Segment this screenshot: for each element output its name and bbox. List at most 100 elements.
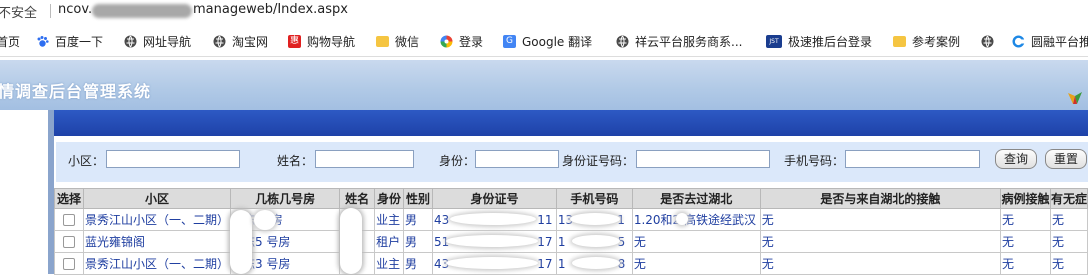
community-input[interactable]: [106, 150, 240, 168]
bookmark-label: 百度一下: [55, 34, 104, 49]
bookmark-label: 极速推后台登录: [788, 34, 873, 49]
bookmark-label: Google 翻译: [522, 34, 593, 49]
row-checkbox[interactable]: [62, 236, 75, 248]
app-title: 情调查后台管理系统: [0, 82, 152, 101]
phone-input[interactable]: [845, 150, 980, 168]
bookmark-login[interactable]: 登录: [440, 32, 483, 50]
name-label: 姓名：: [277, 154, 314, 168]
address-divider: [50, 4, 51, 18]
phone-start: 1: [557, 234, 566, 249]
bookmark-xiangyun[interactable]: 祥云平台服务商系...: [616, 32, 742, 50]
row-checkbox[interactable]: [62, 214, 75, 226]
results-table: 选择 小区 几栋几号房 姓名 身份 性别 身份证号 手机号码 是否去过湖北 是否…: [54, 188, 1088, 275]
identity-cell: 业主: [374, 208, 405, 231]
id-number-label: 身份证号码：: [562, 154, 635, 168]
id-number-end: 11: [537, 212, 553, 227]
column-header-room: 几栋几号房: [229, 188, 341, 209]
symptoms-cell: 无: [1049, 208, 1088, 231]
hui-icon: 惠: [288, 34, 301, 48]
bookmark-google-translate[interactable]: G Google 翻译: [503, 32, 592, 50]
id-number-end: 17: [537, 256, 553, 271]
bookmark-yuanrong[interactable]: 圆融平台推: [1012, 32, 1088, 50]
community-cell[interactable]: 景秀江山小区（一、二期）: [82, 208, 231, 231]
redaction-mask: [676, 213, 688, 225]
bookmark-label: 淘宝网: [232, 34, 269, 49]
id-number-end: 17: [537, 234, 553, 249]
redacted-url-segment: [92, 4, 192, 18]
globe-icon: [213, 35, 226, 47]
symptoms-cell: 无: [1049, 230, 1088, 253]
community-cell[interactable]: 景秀江山小区（一、二期）: [82, 252, 231, 275]
bookmark-unnamed[interactable]: [981, 32, 1000, 50]
redaction-mask: [446, 257, 538, 269]
gender-cell: 男: [403, 230, 433, 253]
column-header-case-contact: 病例接触: [999, 188, 1051, 209]
community-cell[interactable]: 蓝光雍锦阁: [82, 230, 231, 253]
bookmark-label: 微信: [395, 34, 420, 49]
table-row[interactable]: 景秀江山小区（一、二期） 栋3 号房 业主 男 43 17 18 无 无 无 无: [54, 252, 1088, 275]
id-number-start: 43: [433, 212, 450, 227]
bookmark-shopping-navigation[interactable]: 惠 购物导航: [288, 32, 355, 50]
bookmark-jst-login[interactable]: JST 极速推后台登录: [766, 32, 872, 50]
column-header-symptoms: 有无症: [1049, 188, 1088, 209]
search-form: 小区： 姓名： 身份： 身份证号码： 手机号码： 查询 重置: [56, 142, 1088, 182]
column-header-community: 小区: [82, 188, 231, 209]
translate-icon: G: [503, 34, 516, 48]
security-warning[interactable]: 不安全: [0, 2, 37, 21]
folder-icon: [893, 35, 906, 47]
bookmark-label: 首页: [0, 34, 21, 49]
url-path[interactable]: manageweb/Index.aspx: [193, 2, 348, 17]
logo-icon: [1068, 92, 1082, 104]
identity-cell: 租户: [374, 230, 405, 253]
contact-hubei-cell: 无: [759, 208, 1001, 231]
bookmark-taobao[interactable]: 淘宝网: [213, 32, 268, 50]
redaction-mask: [230, 210, 252, 274]
column-header-gender: 性别: [403, 188, 433, 209]
browser-address-bar[interactable]: 不安全 ncov. manageweb/Index.aspx: [0, 0, 1088, 22]
visited-hubei-cell: 无: [631, 230, 761, 253]
bookmark-label: 登录: [459, 34, 484, 49]
phone-start: 1: [557, 256, 566, 271]
redaction-mask: [572, 235, 620, 247]
contact-hubei-cell: 无: [759, 252, 1001, 275]
baidu-paw-icon: [37, 35, 49, 47]
row-checkbox-cell: [54, 252, 84, 275]
pinwheel-icon: [440, 35, 453, 47]
phone-label: 手机号码：: [784, 154, 845, 168]
id-number-input[interactable]: [636, 150, 770, 168]
url-prefix[interactable]: ncov.: [58, 2, 92, 17]
row-checkbox-cell: [54, 208, 84, 231]
bookmark-wechat[interactable]: 微信: [376, 32, 419, 50]
column-header-visited-hubei: 是否去过湖北: [631, 188, 761, 209]
row-checkbox[interactable]: [62, 258, 75, 270]
bookmark-label: 网址导航: [143, 34, 192, 49]
redaction-mask: [446, 235, 538, 247]
contact-hubei-cell: 无: [759, 230, 1001, 253]
name-input[interactable]: [315, 150, 414, 168]
column-header-id-number: 身份证号: [431, 188, 557, 209]
redaction-mask: [572, 257, 620, 269]
main-panel-header: [54, 110, 1088, 136]
reset-button[interactable]: 重置: [1045, 149, 1087, 169]
redaction-mask: [340, 208, 362, 274]
identity-label: 身份：: [439, 154, 476, 168]
bookmark-home[interactable]: 首页: [0, 32, 20, 50]
bookmark-reference-cases[interactable]: 参考案例: [893, 32, 960, 50]
query-button[interactable]: 查询: [995, 149, 1037, 169]
bookmark-baidu[interactable]: 百度一下: [36, 32, 103, 50]
table-row[interactable]: 蓝光雍锦阁 栋5 号房 租户 男 51 17 15 无 无 无 无: [54, 230, 1088, 253]
table-header-row: 选择 小区 几栋几号房 姓名 身份 性别 身份证号 手机号码 是否去过湖北 是否…: [54, 188, 1088, 209]
globe-icon: [616, 35, 629, 47]
redaction-mask: [254, 210, 276, 230]
ring-icon: [1012, 34, 1025, 48]
visited-hubei-cell: 无: [631, 252, 761, 275]
identity-input[interactable]: [475, 150, 559, 168]
column-header-phone: 手机号码: [555, 188, 633, 209]
visited-hubei-cell: 1.20和2 高铁途经武汉: [631, 208, 761, 231]
folder-icon: [376, 35, 389, 47]
bookmark-url-navigation[interactable]: 网址导航: [124, 32, 191, 50]
identity-cell: 业主: [374, 252, 405, 275]
bookmark-label: 祥云平台服务商系...: [635, 34, 743, 49]
community-label: 小区：: [68, 154, 105, 168]
column-header-identity: 身份: [374, 188, 405, 209]
